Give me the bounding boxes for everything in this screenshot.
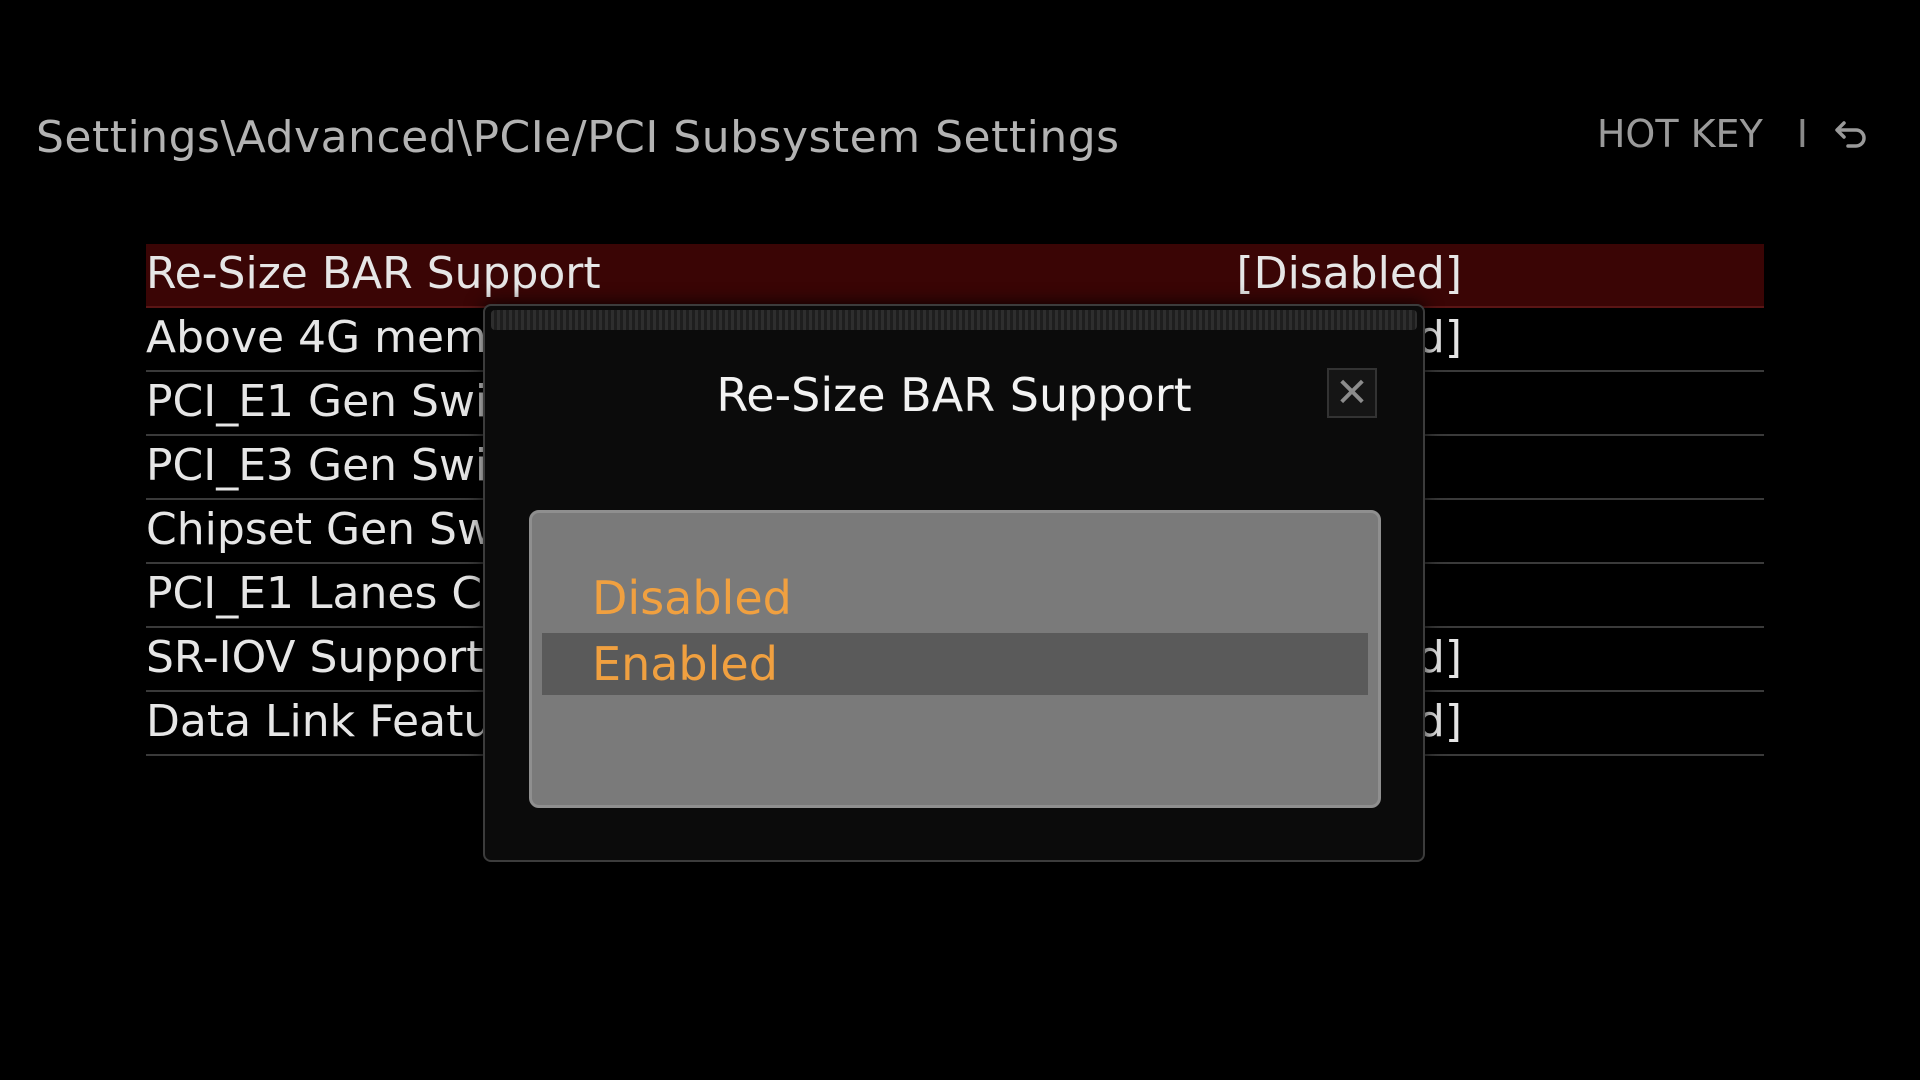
setting-value: [Disabled] xyxy=(1236,248,1462,299)
option-dialog: Re-Size BAR Support ✕ Disabled Enabled xyxy=(483,304,1425,862)
dialog-drag-bar[interactable] xyxy=(491,310,1417,330)
setting-label: SR-IOV Support xyxy=(146,632,484,683)
setting-label: PCI_E3 Gen Swi xyxy=(146,440,488,491)
dialog-title: Re-Size BAR Support xyxy=(716,368,1192,422)
setting-label: Data Link Featu xyxy=(146,696,492,747)
option-enabled[interactable]: Enabled xyxy=(542,633,1368,695)
hotkey-area: HOT KEY I xyxy=(1597,112,1868,156)
setting-label: PCI_E1 Gen Swi xyxy=(146,376,488,427)
option-disabled[interactable]: Disabled xyxy=(542,567,1368,629)
return-arrow-icon[interactable] xyxy=(1834,119,1868,149)
breadcrumb: Settings\Advanced\PCIe/PCI Subsystem Set… xyxy=(36,112,1120,163)
option-list: Disabled Enabled xyxy=(529,510,1381,808)
setting-label: Chipset Gen Sw xyxy=(146,504,493,555)
bios-screen: Settings\Advanced\PCIe/PCI Subsystem Set… xyxy=(0,0,1920,1080)
setting-label: Re-Size BAR Support xyxy=(146,248,601,299)
hotkey-separator: I xyxy=(1796,112,1808,156)
close-icon[interactable]: ✕ xyxy=(1327,368,1377,418)
setting-label: Above 4G memo xyxy=(146,312,514,363)
setting-row-resize-bar[interactable]: Re-Size BAR Support [Disabled] xyxy=(146,244,1764,308)
hotkey-button[interactable]: HOT KEY xyxy=(1597,112,1763,156)
setting-label: PCI_E1 Lanes C xyxy=(146,568,483,619)
